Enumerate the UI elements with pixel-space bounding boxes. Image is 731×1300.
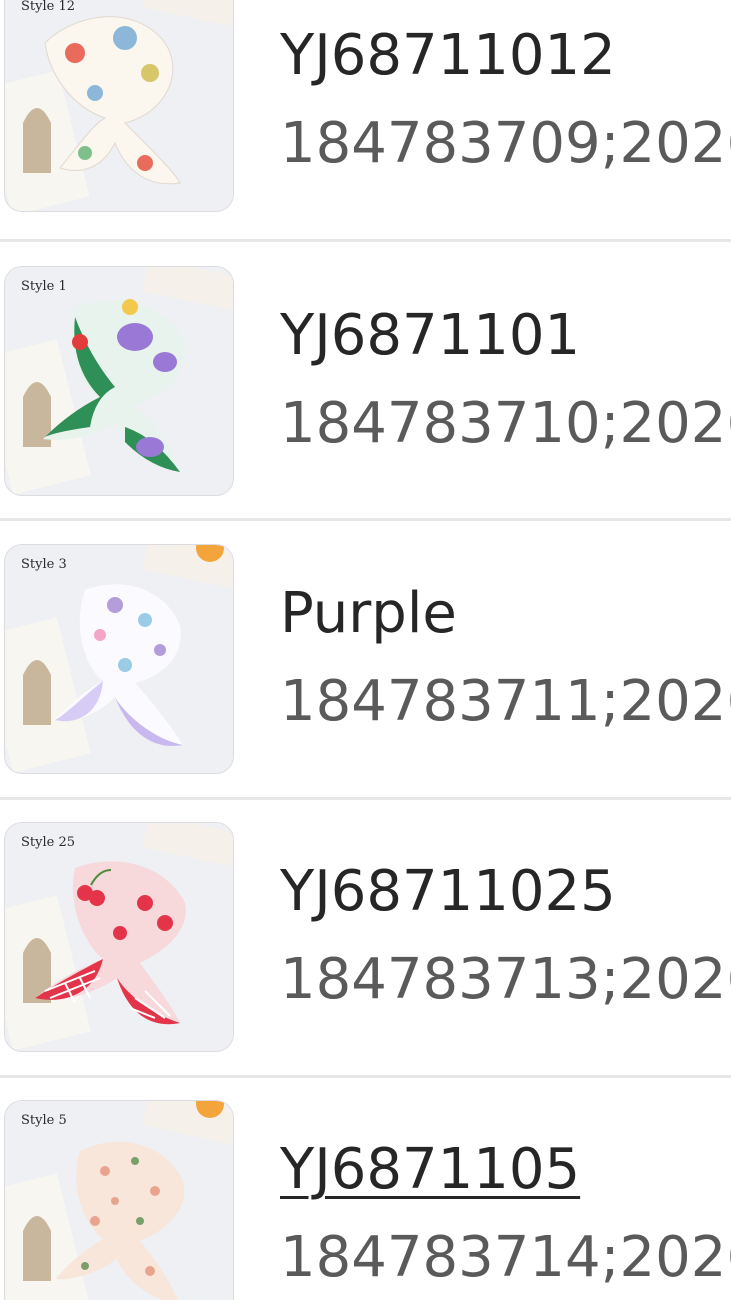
product-thumbnail[interactable] [4, 266, 234, 496]
product-code: 184783710;2026 [280, 392, 731, 456]
scarf-image [5, 823, 233, 1051]
product-thumbnail[interactable] [4, 544, 234, 774]
list-item[interactable]: Style 5 YJ6871105 184783714;2026 [0, 1078, 731, 1300]
list-item[interactable]: Style 1 YJ6871101 184783710;2026 [0, 242, 731, 518]
product-name: YJ6871101 [280, 303, 581, 368]
product-name: Purple [280, 581, 457, 646]
product-thumbnail[interactable] [4, 1100, 234, 1300]
scarf-image [5, 0, 233, 211]
product-name: YJ68711012 [280, 23, 616, 88]
style-label: Style 1 [21, 279, 67, 294]
product-code: 184783711;2026 [280, 670, 731, 734]
list-item[interactable]: Style 25 YJ68711025 184783713;2026 [0, 800, 731, 1076]
product-name-link[interactable]: YJ6871105 [280, 1138, 580, 1202]
scarf-image [5, 267, 233, 495]
product-thumbnail[interactable] [4, 822, 234, 1052]
product-thumbnail[interactable] [4, 0, 234, 212]
style-label: Style 12 [21, 0, 75, 14]
scarf-image [5, 1101, 233, 1300]
product-name: YJ68711025 [280, 859, 616, 924]
style-label: Style 25 [21, 835, 75, 850]
scarf-image [5, 545, 233, 773]
product-code: 184783713;2026 [280, 948, 731, 1012]
list-item[interactable]: Style 12 YJ68711012 184783709;2026 [0, 0, 731, 258]
style-label: Style 5 [21, 1113, 67, 1128]
product-code: 184783709;2026 [280, 112, 731, 176]
product-code: 184783714;2026 [280, 1226, 731, 1290]
product-list: Style 12 YJ68711012 184783709;2026 Style… [0, 0, 731, 1300]
style-label: Style 3 [21, 557, 67, 572]
list-item[interactable]: Style 3 Purple 184783711;2026 [0, 521, 731, 797]
